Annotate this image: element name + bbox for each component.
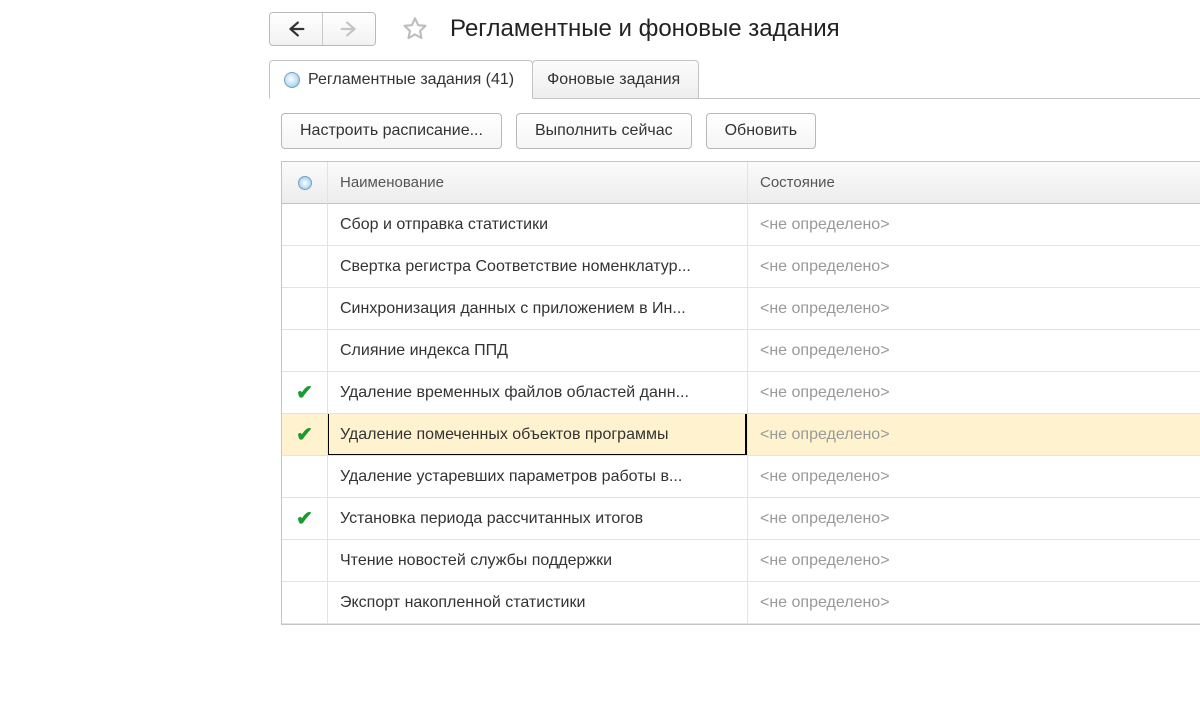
row-name: Чтение новостей службы поддержки xyxy=(340,552,612,570)
row-state: <не определено> xyxy=(760,342,890,360)
row-name-cell: Удаление помеченных объектов программы xyxy=(328,414,748,456)
configure-schedule-button[interactable]: Настроить расписание... xyxy=(281,113,502,149)
row-name-cell: Слияние индекса ППД xyxy=(328,330,748,372)
row-state-cell: <не определено> xyxy=(748,330,1200,372)
row-name-cell: Свертка регистра Соответствие номенклату… xyxy=(328,246,748,288)
table-row[interactable]: ✔ Установка периода рассчитанных итогов <н… xyxy=(282,498,1200,540)
row-status-cell: ✔ xyxy=(282,372,328,414)
row-status-cell xyxy=(282,330,328,372)
row-state-cell: <не определено> xyxy=(748,288,1200,330)
row-name: Удаление помеченных объектов программы xyxy=(340,426,668,444)
row-state-cell: <не определено> xyxy=(748,204,1200,246)
row-name: Синхронизация данных с приложением в Ин.… xyxy=(340,300,686,318)
column-header-name[interactable]: Наименование xyxy=(328,162,748,204)
row-state: <не определено> xyxy=(760,510,890,528)
row-state-cell: <не определено> xyxy=(748,540,1200,582)
row-state: <не определено> xyxy=(760,426,890,444)
toolbar: Настроить расписание... Выполнить сейчас… xyxy=(269,99,1200,161)
row-status-cell: ✔ xyxy=(282,498,328,540)
row-name-cell: Сбор и отправка статистики xyxy=(328,204,748,246)
check-icon: ✔ xyxy=(296,422,313,447)
row-name: Установка периода рассчитанных итогов xyxy=(340,510,643,528)
row-state-cell: <не определено> xyxy=(748,498,1200,540)
globe-icon xyxy=(298,176,312,190)
refresh-button[interactable]: Обновить xyxy=(706,113,816,149)
row-status-cell xyxy=(282,288,328,330)
run-now-button[interactable]: Выполнить сейчас xyxy=(516,113,692,149)
tab-scheduled-jobs[interactable]: Регламентные задания (41) xyxy=(269,60,533,99)
row-name: Сбор и отправка статистики xyxy=(340,216,548,234)
row-name: Удаление временных файлов областей данн.… xyxy=(340,384,689,402)
table-row[interactable]: ✔ Удаление помеченных объектов программы <… xyxy=(282,414,1200,456)
row-name: Свертка регистра Соответствие номенклату… xyxy=(340,258,691,276)
table-row[interactable]: Экспорт накопленной статистики <не опреде… xyxy=(282,582,1200,624)
row-name: Удаление устаревших параметров работы в.… xyxy=(340,468,682,486)
row-name-cell: Синхронизация данных с приложением в Ин.… xyxy=(328,288,748,330)
row-state-cell: <не определено> xyxy=(748,582,1200,624)
row-state-cell: <не определено> xyxy=(748,456,1200,498)
check-icon: ✔ xyxy=(296,380,313,405)
table-row[interactable]: Слияние индекса ППД <не определено> xyxy=(282,330,1200,372)
row-state-cell: <не определено> xyxy=(748,414,1200,456)
forward-button[interactable] xyxy=(323,13,375,45)
row-state: <не определено> xyxy=(760,594,890,612)
back-button[interactable] xyxy=(270,13,322,45)
row-status-cell xyxy=(282,456,328,498)
row-name: Экспорт накопленной статистики xyxy=(340,594,585,612)
check-icon: ✔ xyxy=(296,506,313,531)
table-row[interactable]: Синхронизация данных с приложением в Ин.… xyxy=(282,288,1200,330)
page-title: Регламентные и фоновые задания xyxy=(450,15,840,43)
row-state: <не определено> xyxy=(760,258,890,276)
row-name-cell: Удаление устаревших параметров работы в.… xyxy=(328,456,748,498)
row-state: <не определено> xyxy=(760,300,890,318)
row-state: <не определено> xyxy=(760,384,890,402)
arrow-left-icon xyxy=(285,18,307,40)
favorite-button[interactable] xyxy=(398,12,432,46)
row-name: Слияние индекса ППД xyxy=(340,342,508,360)
tab-label: Регламентные задания (41) xyxy=(308,71,514,89)
nav-buttons xyxy=(269,12,376,46)
tabs: Регламентные задания (41) Фоновые задани… xyxy=(269,60,1200,99)
row-status-cell: ✔ xyxy=(282,414,328,456)
row-state: <не определено> xyxy=(760,552,890,570)
row-status-cell xyxy=(282,204,328,246)
globe-icon xyxy=(284,72,300,88)
table-row[interactable]: Сбор и отправка статистики <не определено… xyxy=(282,204,1200,246)
row-name-cell: Экспорт накопленной статистики xyxy=(328,582,748,624)
row-status-cell xyxy=(282,582,328,624)
row-status-cell xyxy=(282,246,328,288)
row-name-cell: Чтение новостей службы поддержки xyxy=(328,540,748,582)
row-name-cell: Установка периода рассчитанных итогов xyxy=(328,498,748,540)
row-state: <не определено> xyxy=(760,216,890,234)
table-row[interactable]: ✔ Удаление временных файлов областей данн… xyxy=(282,372,1200,414)
table-row[interactable]: Чтение новостей службы поддержки <не опре… xyxy=(282,540,1200,582)
table-row[interactable]: Свертка регистра Соответствие номенклату… xyxy=(282,246,1200,288)
column-header-status[interactable] xyxy=(282,162,328,204)
jobs-table: Наименование Состояние Сбор и отправка с… xyxy=(281,161,1200,625)
star-icon xyxy=(401,15,429,43)
tab-label: Фоновые задания xyxy=(547,71,680,89)
row-status-cell xyxy=(282,540,328,582)
row-state-cell: <не определено> xyxy=(748,372,1200,414)
row-name-cell: Удаление временных файлов областей данн.… xyxy=(328,372,748,414)
tab-background-jobs[interactable]: Фоновые задания xyxy=(532,60,699,99)
column-header-state[interactable]: Состояние xyxy=(748,162,1200,204)
row-state: <не определено> xyxy=(760,468,890,486)
arrow-right-icon xyxy=(338,18,360,40)
table-header: Наименование Состояние xyxy=(282,162,1200,204)
table-row[interactable]: Удаление устаревших параметров работы в.… xyxy=(282,456,1200,498)
row-state-cell: <не определено> xyxy=(748,246,1200,288)
